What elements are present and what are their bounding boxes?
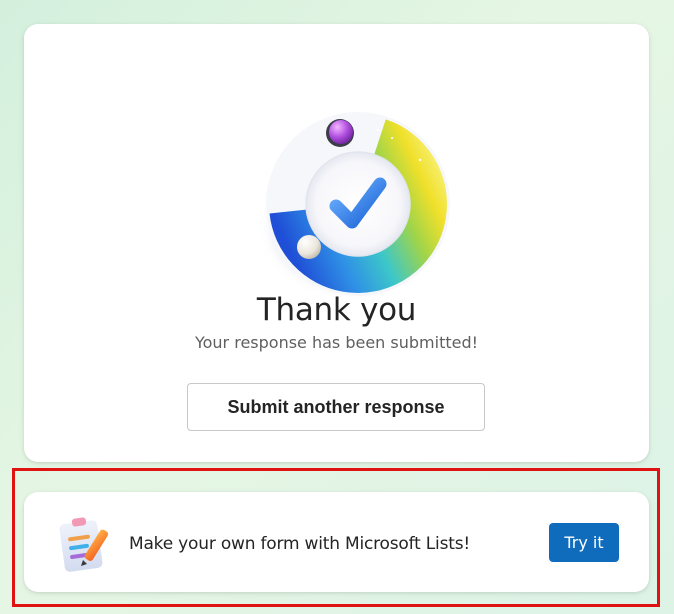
lists-form-icon (56, 514, 118, 576)
confirmation-card: Thank you Your response has been submitt… (24, 24, 649, 462)
confirmation-subtitle: Your response has been submitted! (194, 333, 479, 352)
checkmark-ring-icon (254, 108, 454, 298)
promo-card: Make your own form with Microsoft Lists!… (24, 492, 649, 592)
submit-another-response-button[interactable]: Submit another response (187, 383, 485, 431)
promo-text: Make your own form with Microsoft Lists! (129, 534, 470, 554)
page-title: Thank you (256, 292, 417, 328)
try-it-button[interactable]: Try it (549, 523, 619, 562)
